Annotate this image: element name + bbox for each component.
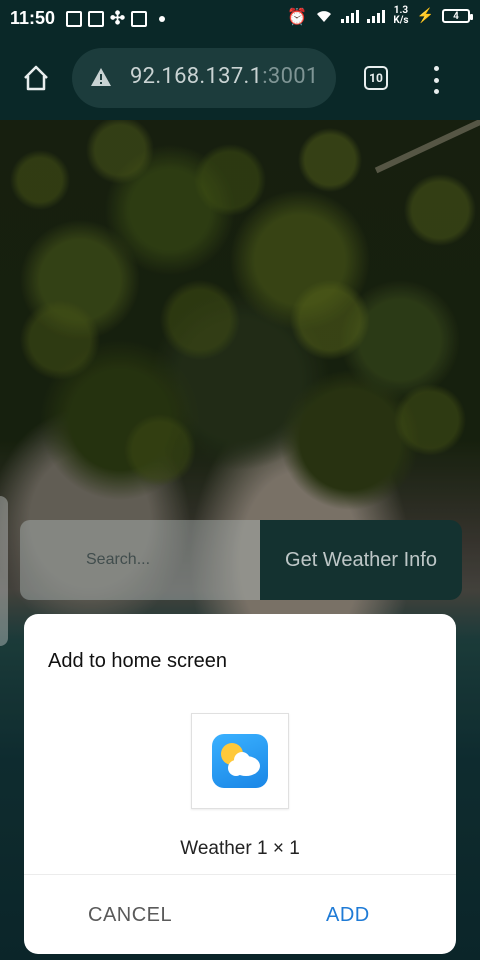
add-button[interactable]: ADD	[326, 904, 370, 927]
url-host: 92.168.137.1	[130, 64, 263, 89]
news-icon	[88, 10, 104, 27]
browser-toolbar: 92.168.137.1:3001 10	[0, 36, 480, 120]
pinwheel-icon: ✣	[110, 8, 126, 29]
status-time: 11:50	[10, 8, 56, 28]
weather-cloud-sun-icon	[221, 743, 260, 776]
url-port: :3001	[262, 64, 319, 89]
weather-app-icon	[212, 734, 268, 788]
url-text[interactable]: 92.168.137.1:3001	[130, 64, 319, 89]
network-speed-unit: K/s	[393, 15, 409, 26]
alarm-icon: ⏰	[287, 6, 308, 26]
dialog-title: Add to home screen	[48, 650, 227, 672]
signal-icon-2	[367, 9, 386, 23]
more-notifications-dot	[159, 15, 166, 22]
t-app-icon	[131, 10, 148, 27]
status-bar: 11:50 ✣ ⏰ 1.3 K/s ⚡ 4	[0, 0, 480, 36]
signal-icon	[341, 9, 360, 23]
battery-level: 4	[453, 10, 459, 22]
warning-icon[interactable]	[90, 67, 112, 87]
tabs-button[interactable]: 10	[364, 66, 388, 90]
add-to-home-dialog: Add to home screen Weather 1 × 1 CANCEL …	[24, 614, 456, 954]
status-right: ⏰ 1.3 K/s ⚡ 4	[287, 6, 473, 26]
app-name-label: Weather 1 × 1	[180, 838, 300, 859]
cancel-button[interactable]: CANCEL	[88, 904, 172, 927]
battery-icon: 4	[442, 9, 473, 23]
network-speed: 1.3 K/s	[393, 6, 408, 26]
app-icon-preview	[191, 713, 289, 809]
tab-count: 10	[369, 71, 383, 85]
gallery-icon	[66, 10, 82, 27]
home-icon[interactable]	[22, 64, 50, 92]
wifi-icon	[317, 11, 332, 22]
charging-icon: ⚡	[416, 8, 434, 24]
more-vert-icon[interactable]	[432, 66, 440, 94]
address-bar[interactable]: 92.168.137.1:3001	[72, 48, 336, 108]
notification-icons: ✣	[66, 8, 166, 29]
dialog-divider	[24, 874, 456, 875]
